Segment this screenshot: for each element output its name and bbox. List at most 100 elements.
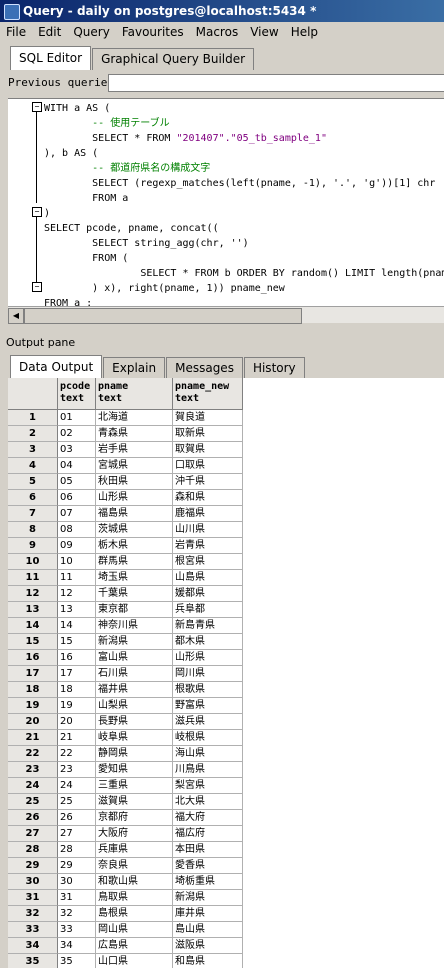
table-cell[interactable]: 京都府 (96, 810, 173, 826)
table-cell[interactable]: 島根県 (96, 906, 173, 922)
menu-edit[interactable]: Edit (32, 22, 67, 42)
row-number[interactable]: 32 (8, 906, 58, 922)
table-cell[interactable]: 26 (58, 810, 96, 826)
table-cell[interactable]: 31 (58, 890, 96, 906)
table-cell[interactable]: 都木県 (173, 634, 243, 650)
row-number[interactable]: 15 (8, 634, 58, 650)
menu-view[interactable]: View (244, 22, 284, 42)
table-cell[interactable]: 01 (58, 410, 96, 426)
table-cell[interactable]: 19 (58, 698, 96, 714)
table-cell[interactable]: 35 (58, 954, 96, 968)
table-cell[interactable]: 福広府 (173, 826, 243, 842)
fold-marker-icon[interactable]: − (32, 282, 42, 292)
row-number[interactable]: 6 (8, 490, 58, 506)
table-cell[interactable]: 13 (58, 602, 96, 618)
table-cell[interactable]: 福大府 (173, 810, 243, 826)
table-cell[interactable]: 15 (58, 634, 96, 650)
menu-favourites[interactable]: Favourites (116, 22, 190, 42)
table-cell[interactable]: 山島県 (173, 570, 243, 586)
table-cell[interactable]: 三重県 (96, 778, 173, 794)
table-cell[interactable]: 兵庫県 (96, 842, 173, 858)
table-cell[interactable]: 14 (58, 618, 96, 634)
column-header-pname[interactable]: pname text (96, 378, 173, 410)
tab-messages[interactable]: Messages (166, 357, 243, 378)
table-cell[interactable]: 岐阜県 (96, 730, 173, 746)
row-number[interactable]: 4 (8, 458, 58, 474)
row-number[interactable]: 25 (8, 794, 58, 810)
tab-explain[interactable]: Explain (103, 357, 166, 378)
table-cell[interactable]: 茨城県 (96, 522, 173, 538)
row-number[interactable]: 3 (8, 442, 58, 458)
table-cell[interactable]: 庫井県 (173, 906, 243, 922)
table-cell[interactable]: 山形県 (173, 650, 243, 666)
table-cell[interactable]: 秋田県 (96, 474, 173, 490)
table-cell[interactable]: 山形県 (96, 490, 173, 506)
table-cell[interactable]: 23 (58, 762, 96, 778)
tab-data-output[interactable]: Data Output (10, 355, 103, 378)
row-number[interactable]: 1 (8, 410, 58, 426)
fold-marker-icon[interactable]: − (32, 207, 42, 217)
table-cell[interactable]: 岐根県 (173, 730, 243, 746)
row-number[interactable]: 14 (8, 618, 58, 634)
row-number[interactable]: 26 (8, 810, 58, 826)
table-cell[interactable]: 28 (58, 842, 96, 858)
table-cell[interactable]: 32 (58, 906, 96, 922)
editor-horizontal-scrollbar[interactable]: ◀ (8, 306, 444, 324)
table-cell[interactable]: 川鳥県 (173, 762, 243, 778)
table-cell[interactable]: 岡川県 (173, 666, 243, 682)
table-cell[interactable]: 06 (58, 490, 96, 506)
table-cell[interactable]: 新潟県 (173, 890, 243, 906)
fold-marker-icon[interactable]: − (32, 102, 42, 112)
table-cell[interactable]: 山川県 (173, 522, 243, 538)
row-number[interactable]: 12 (8, 586, 58, 602)
table-cell[interactable]: 05 (58, 474, 96, 490)
table-cell[interactable]: 和歌山県 (96, 874, 173, 890)
table-cell[interactable]: 24 (58, 778, 96, 794)
table-cell[interactable]: 25 (58, 794, 96, 810)
row-number[interactable]: 31 (8, 890, 58, 906)
table-cell[interactable]: 03 (58, 442, 96, 458)
row-number[interactable]: 21 (8, 730, 58, 746)
table-cell[interactable]: 岩手県 (96, 442, 173, 458)
sql-editor[interactable]: − − − WITH a AS ( -- 使用テーブル SELECT * FRO… (8, 98, 444, 307)
table-cell[interactable]: 取賀県 (173, 442, 243, 458)
row-number[interactable]: 34 (8, 938, 58, 954)
table-cell[interactable]: 長野県 (96, 714, 173, 730)
table-cell[interactable]: 12 (58, 586, 96, 602)
row-number[interactable]: 29 (8, 858, 58, 874)
column-header-pcode[interactable]: pcode text (58, 378, 96, 410)
table-cell[interactable]: 森和県 (173, 490, 243, 506)
row-number[interactable]: 19 (8, 698, 58, 714)
column-header-pname-new[interactable]: pname_new text (173, 378, 243, 410)
table-cell[interactable]: 33 (58, 922, 96, 938)
row-number[interactable]: 8 (8, 522, 58, 538)
table-cell[interactable]: 取新県 (173, 426, 243, 442)
menu-macros[interactable]: Macros (190, 22, 245, 42)
row-number[interactable]: 24 (8, 778, 58, 794)
table-cell[interactable]: 栃木県 (96, 538, 173, 554)
table-cell[interactable]: 富山県 (96, 650, 173, 666)
table-cell[interactable]: 賀良道 (173, 410, 243, 426)
table-cell[interactable]: 山口県 (96, 954, 173, 968)
row-number[interactable]: 2 (8, 426, 58, 442)
row-number[interactable]: 20 (8, 714, 58, 730)
table-cell[interactable]: 滋阪県 (173, 938, 243, 954)
table-cell[interactable]: 埼栃重県 (173, 874, 243, 890)
table-cell[interactable]: 大阪府 (96, 826, 173, 842)
table-cell[interactable]: 34 (58, 938, 96, 954)
table-cell[interactable]: 奈良県 (96, 858, 173, 874)
table-cell[interactable]: 滋兵県 (173, 714, 243, 730)
table-cell[interactable]: 静岡県 (96, 746, 173, 762)
table-cell[interactable]: 30 (58, 874, 96, 890)
table-cell[interactable]: 07 (58, 506, 96, 522)
table-cell[interactable]: 沖千県 (173, 474, 243, 490)
table-cell[interactable]: 09 (58, 538, 96, 554)
row-number[interactable]: 13 (8, 602, 58, 618)
table-cell[interactable]: 愛知県 (96, 762, 173, 778)
table-cell[interactable]: 11 (58, 570, 96, 586)
table-cell[interactable]: 福島県 (96, 506, 173, 522)
table-cell[interactable]: 東京都 (96, 602, 173, 618)
table-cell[interactable]: 青森県 (96, 426, 173, 442)
tab-sql-editor[interactable]: SQL Editor (10, 46, 92, 70)
scroll-left-icon[interactable]: ◀ (8, 308, 24, 324)
